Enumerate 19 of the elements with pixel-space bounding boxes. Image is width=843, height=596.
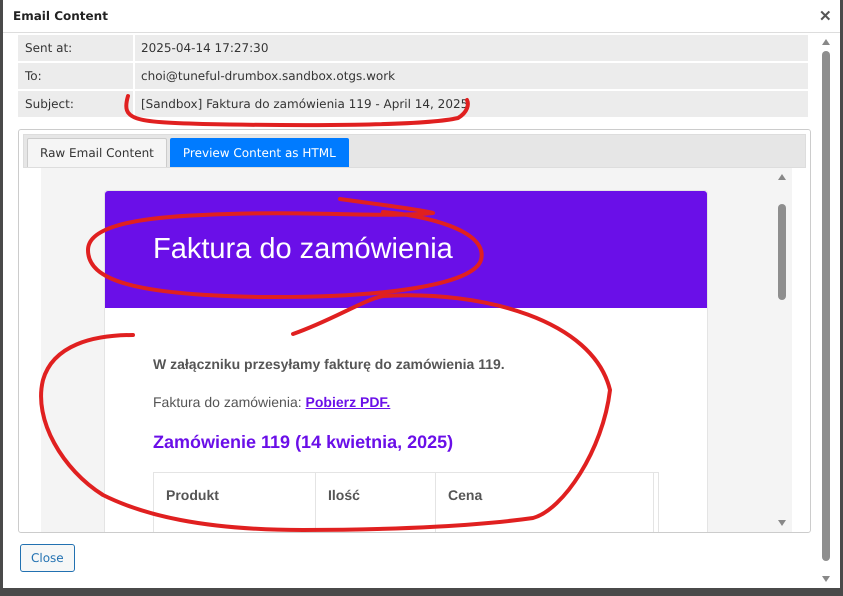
field-label: Subject: [18, 91, 133, 117]
link-label: Faktura do zamówienia: [153, 394, 302, 410]
field-label: Sent at: [18, 35, 133, 61]
field-value: choi@tuneful-drumbox.sandbox.otgs.work [135, 63, 808, 89]
tab[interactable]: Preview Content as HTML [170, 138, 349, 167]
column-header: Cena [436, 473, 654, 532]
tab[interactable]: Raw Email Content [27, 138, 167, 167]
close-button[interactable]: Close [20, 544, 75, 572]
close-button[interactable]: ✕ [815, 5, 836, 27]
field-label: To: [18, 63, 133, 89]
email-heading: Faktura do zamówienia [153, 233, 453, 266]
field-value: 2025-04-14 17:27:30 [135, 35, 808, 61]
window-title: Email Content [13, 9, 108, 23]
column-header: Ilość [316, 473, 436, 532]
order-title: Zamówienie 119 (14 kwietnia, 2025) [153, 432, 454, 453]
intro-text: W załączniku przesyłamy fakturę do zamówienia 119. [153, 356, 506, 372]
scrollbar[interactable] [772, 168, 792, 532]
pdf-link[interactable]: Pobierz PDF. [306, 394, 390, 410]
column-header: Produkt [154, 473, 316, 532]
